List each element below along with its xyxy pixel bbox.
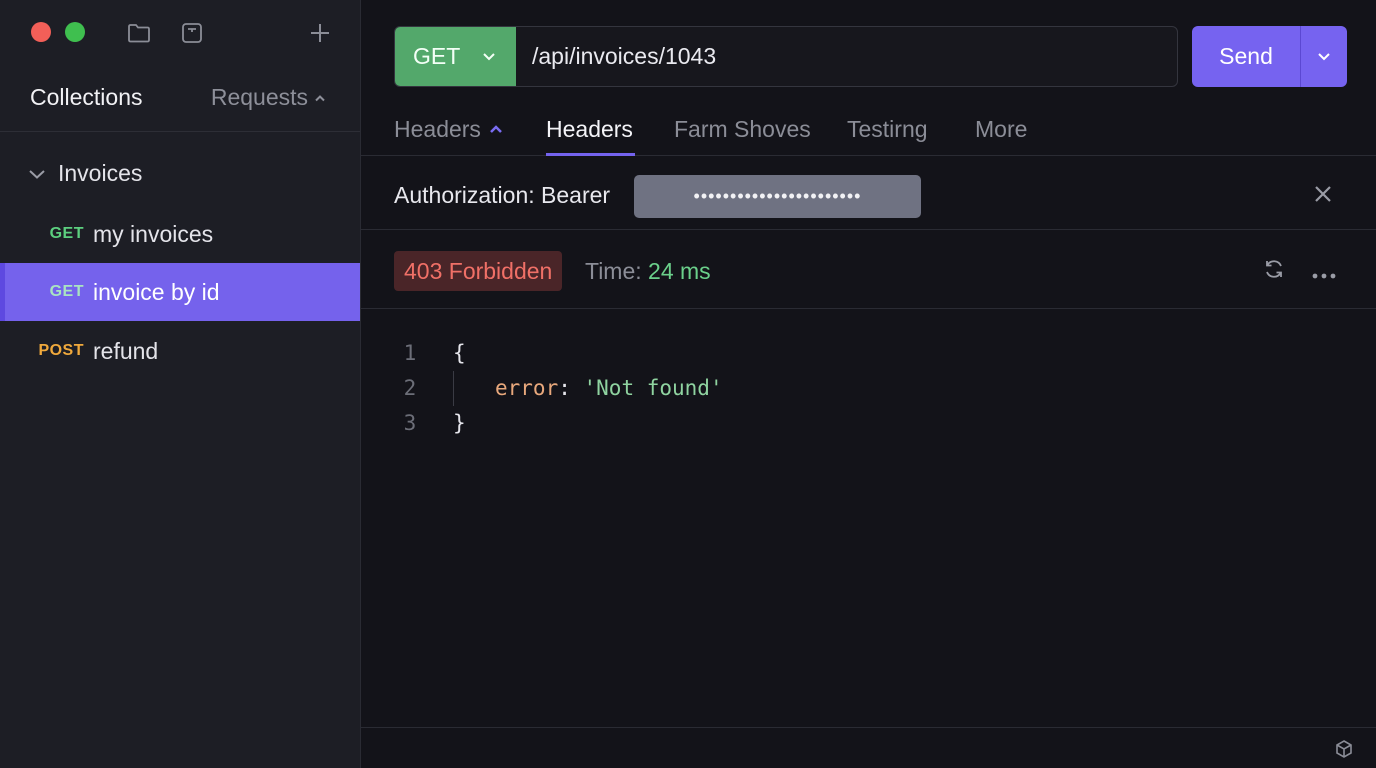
- tab-testirng[interactable]: Testirng: [847, 116, 928, 143]
- folder-name: Invoices: [58, 160, 143, 186]
- request-name: my invoices: [93, 220, 214, 247]
- request-name: refund: [93, 337, 159, 364]
- url-bar: GET: [394, 26, 1178, 87]
- method-badge: POST: [38, 342, 84, 359]
- line-number: 1: [403, 341, 417, 365]
- code-line: 3 }: [361, 406, 1376, 441]
- main-panel: GET Send Headers Headers Farm Shoves Tes…: [361, 0, 1376, 768]
- code-text: }: [453, 411, 466, 435]
- tab-label: Headers: [394, 116, 481, 142]
- line-number: 2: [403, 376, 417, 400]
- send-button[interactable]: Send: [1192, 26, 1300, 87]
- close-icon[interactable]: [1314, 185, 1332, 208]
- window-controls: [31, 22, 85, 42]
- request-item-my-invoices[interactable]: GET my invoices: [0, 205, 360, 263]
- folder-invoices[interactable]: Invoices: [28, 160, 142, 187]
- auth-header-row: Authorization: Bearer ••••••••••••••••••…: [361, 157, 1376, 230]
- method-select-label: GET: [413, 43, 461, 69]
- sidebar-tabs: Collections Requests: [30, 84, 326, 111]
- response-time: Time: 24 ms: [585, 258, 711, 285]
- request-item-refund[interactable]: POST refund: [0, 322, 360, 380]
- chevron-down-icon: [483, 53, 495, 61]
- maximize-window-button[interactable]: [65, 22, 85, 42]
- method-select[interactable]: GET: [395, 27, 516, 86]
- request-tabs: Headers Headers Farm Shoves Testirng Mor…: [361, 100, 1376, 156]
- send-options-button[interactable]: [1300, 26, 1347, 87]
- code-line: 1 {: [361, 336, 1376, 371]
- send-button-group: Send: [1192, 26, 1347, 87]
- code-text: {: [453, 341, 466, 365]
- folder-icon[interactable]: [126, 20, 152, 46]
- new-window-icon[interactable]: [179, 20, 205, 46]
- more-options-icon[interactable]: [1312, 266, 1336, 284]
- tab-collections[interactable]: Collections: [30, 84, 143, 111]
- tab-headers[interactable]: Headers: [546, 116, 633, 143]
- code-line: 2 error: 'Not found': [361, 371, 1376, 406]
- sidebar-divider: [0, 131, 360, 132]
- tab-headers-collapse[interactable]: Headers: [394, 116, 503, 143]
- response-status-row: 403 Forbidden Time: 24 ms: [361, 230, 1376, 309]
- status-badge: 403 Forbidden: [394, 251, 563, 291]
- request-item-invoice-by-id[interactable]: GET invoice by id: [0, 263, 360, 321]
- tab-more[interactable]: More: [975, 116, 1027, 143]
- auth-label: Authorization: Bearer: [394, 182, 611, 208]
- tab-requests[interactable]: Requests: [211, 84, 326, 111]
- response-body: 1 { 2 error: 'Not found' 3 }: [361, 336, 1376, 441]
- plus-icon[interactable]: [307, 20, 333, 46]
- request-name: invoice by id: [93, 278, 220, 305]
- chevron-up-icon: [490, 125, 502, 133]
- time-label: Time:: [585, 258, 642, 284]
- refresh-icon[interactable]: [1263, 258, 1285, 285]
- line-number: 3: [403, 411, 417, 435]
- method-badge: GET: [49, 283, 84, 300]
- json-key: error: [495, 376, 559, 400]
- sidebar: Collections Requests Invoices GET my inv…: [0, 0, 361, 768]
- token-field[interactable]: •••••••••••••••••••••••: [634, 175, 921, 218]
- tab-requests-label: Requests: [210, 84, 308, 110]
- json-value: 'Not found': [583, 376, 723, 400]
- chevron-up-icon: [315, 94, 325, 101]
- code-text: error: 'Not found': [495, 376, 723, 400]
- tab-farm-shoves[interactable]: Farm Shoves: [674, 116, 811, 143]
- chevron-down-icon: [29, 169, 45, 179]
- active-tab-indicator: [546, 153, 635, 156]
- method-badge: GET: [49, 225, 84, 242]
- status-bar: [361, 727, 1376, 768]
- cube-icon[interactable]: [1334, 739, 1354, 764]
- time-value: 24 ms: [648, 258, 711, 284]
- close-window-button[interactable]: [31, 22, 51, 42]
- url-input[interactable]: [516, 27, 1177, 86]
- chevron-down-icon: [1318, 53, 1330, 61]
